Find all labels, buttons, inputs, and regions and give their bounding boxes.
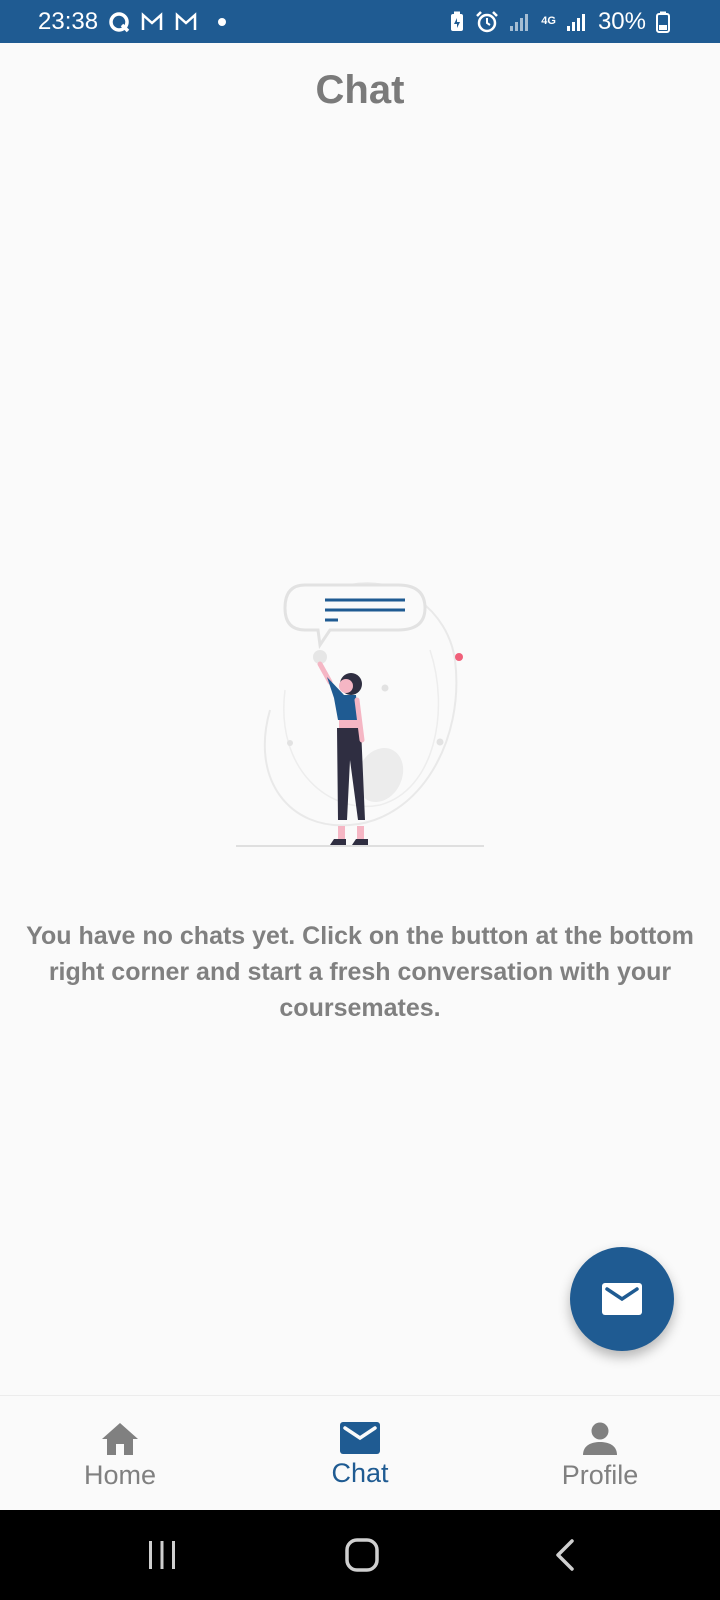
status-time: 23:38 xyxy=(38,7,99,35)
nav-label-chat: Chat xyxy=(331,1458,389,1488)
battery-saver-icon xyxy=(451,11,464,31)
network-type: 4G xyxy=(541,15,556,27)
nav-item-profile[interactable]: Profile xyxy=(480,1396,720,1510)
notification-dot xyxy=(218,17,227,26)
page-title: Chat xyxy=(315,68,405,112)
alarm-icon xyxy=(476,10,499,32)
signal-icon xyxy=(566,13,585,31)
bottom-navigation: Home Chat Profile xyxy=(0,1395,720,1510)
mail-icon xyxy=(340,1422,380,1454)
gmail-icon xyxy=(141,11,163,30)
recents-button[interactable] xyxy=(102,1510,222,1600)
home-icon xyxy=(102,1423,138,1455)
gmail-icon xyxy=(175,11,197,30)
battery-icon xyxy=(656,11,670,33)
empty-chat-illustration xyxy=(236,582,484,847)
system-home-button[interactable] xyxy=(302,1510,422,1600)
signal-icon xyxy=(510,13,529,31)
system-navigation-bar xyxy=(0,1510,720,1600)
back-icon xyxy=(556,1539,574,1571)
q-app-icon xyxy=(109,11,130,32)
mail-icon xyxy=(602,1283,642,1315)
recents-icon xyxy=(149,1541,175,1569)
nav-item-chat[interactable]: Chat xyxy=(240,1396,480,1510)
nav-label-profile: Profile xyxy=(561,1460,639,1490)
nav-label-home: Home xyxy=(83,1460,157,1490)
home-circle-icon xyxy=(345,1538,379,1572)
empty-chats-message: You have no chats yet. Click on the butt… xyxy=(26,922,694,1022)
nav-item-home[interactable]: Home xyxy=(0,1396,240,1510)
person-icon xyxy=(583,1422,617,1455)
battery-level: 30% xyxy=(597,7,646,35)
new-chat-button[interactable] xyxy=(570,1247,674,1351)
status-bar: 23:38 4G 30% xyxy=(0,0,720,43)
back-button[interactable] xyxy=(505,1510,625,1600)
